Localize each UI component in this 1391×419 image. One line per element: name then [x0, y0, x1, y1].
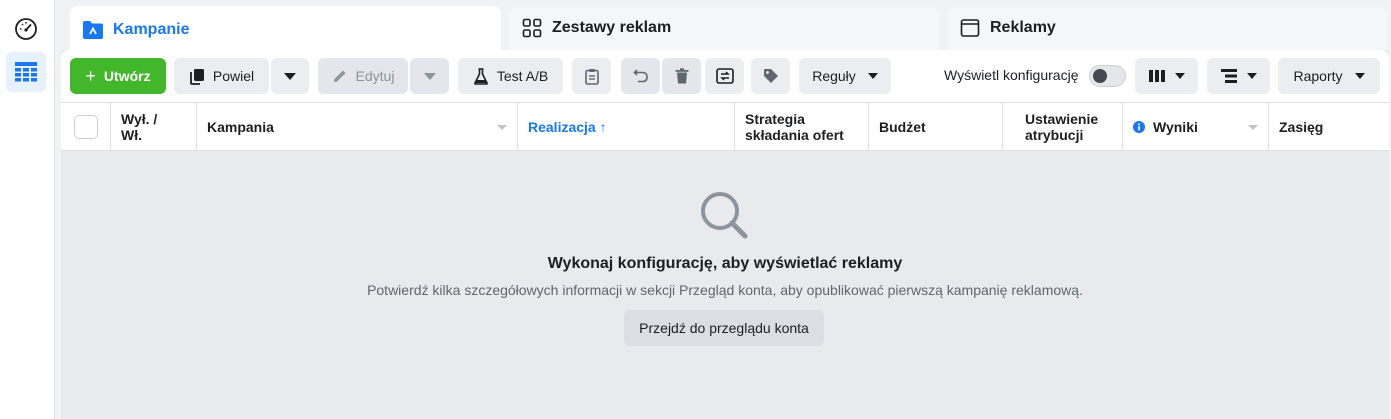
swap-icon — [715, 68, 734, 84]
edit-label: Edytuj — [355, 68, 395, 84]
rail-overview-button[interactable] — [6, 9, 46, 49]
toolbar: + Utwórz Powiel Edytuj Test A/B Reguły W… — [61, 50, 1389, 102]
empty-state-description: Potwierdź kilka szczegółowych informacji… — [367, 282, 1083, 298]
chevron-down-icon — [1174, 73, 1185, 79]
rules-button[interactable]: Reguły — [799, 58, 891, 94]
column-header-onoff[interactable]: Wył. / Wł. — [111, 103, 197, 151]
sort-caret-icon[interactable] — [1248, 125, 1258, 130]
duplicate-dropdown-button[interactable] — [271, 58, 309, 94]
campaigns-panel: + Utwórz Powiel Edytuj Test A/B Reguły W… — [61, 50, 1389, 419]
chevron-down-icon — [284, 72, 296, 80]
grid-icon — [521, 17, 543, 39]
reports-label: Raporty — [1293, 68, 1343, 84]
column-header-delivery[interactable]: Realizacja ↑ — [518, 103, 735, 151]
select-all-cell — [61, 103, 111, 151]
column-label: Strategia składania ofert — [745, 111, 844, 143]
table-header: Wył. / Wł. Kampania Realizacja ↑ Strateg… — [61, 102, 1389, 151]
tab-label: Zestawy reklam — [552, 19, 672, 36]
show-setup-toggle[interactable] — [1089, 65, 1126, 87]
tab-ad-sets[interactable]: Zestawy reklam — [509, 6, 939, 50]
clipboard-icon — [584, 68, 599, 85]
folder-icon — [82, 19, 104, 41]
tag-icon — [763, 69, 778, 83]
breakdown-icon — [1220, 69, 1237, 83]
gauge-icon — [15, 18, 37, 40]
undo-icon — [632, 69, 648, 83]
create-button[interactable]: + Utwórz — [70, 58, 166, 94]
sort-caret-icon[interactable] — [497, 125, 507, 130]
column-header-budget[interactable]: Budżet — [869, 103, 1003, 151]
left-rail — [0, 0, 55, 419]
edit-dropdown-button[interactable] — [410, 58, 449, 94]
reports-button[interactable]: Raporty — [1278, 58, 1380, 94]
duplicate-button[interactable]: Powiel — [174, 58, 269, 94]
chevron-down-icon — [423, 72, 436, 80]
copy-icon — [189, 68, 205, 85]
tab-label: Reklamy — [990, 19, 1056, 36]
column-label: Budżet — [879, 119, 926, 135]
plus-icon: + — [85, 65, 96, 86]
empty-state-title: Wykonaj konfigurację, aby wyświetlać rek… — [547, 255, 903, 272]
column-label: Wył. / Wł. — [121, 111, 158, 143]
column-header-attribution[interactable]: Ustawienie atrybucji — [1003, 103, 1123, 151]
tab-label: Kampanie — [113, 21, 190, 38]
duplicate-label: Powiel — [212, 68, 255, 84]
column-header-campaign[interactable]: Kampania — [197, 103, 518, 151]
compare-button[interactable] — [705, 58, 744, 94]
column-label: Wyniki — [1153, 119, 1198, 135]
clipboard-button[interactable] — [572, 58, 611, 94]
table-icon — [15, 62, 37, 82]
ab-test-button[interactable]: Test A/B — [458, 58, 563, 94]
column-label: Realizacja ↑ — [528, 119, 607, 135]
chevron-down-icon — [1354, 73, 1365, 79]
column-label: Ustawienie atrybucji — [1025, 111, 1099, 143]
undo-button[interactable] — [621, 58, 660, 94]
breakdown-button[interactable] — [1207, 58, 1270, 94]
chevron-down-icon — [1246, 73, 1257, 79]
columns-button[interactable] — [1135, 58, 1198, 94]
column-header-results[interactable]: Wyniki — [1123, 103, 1269, 151]
columns-icon — [1148, 70, 1165, 82]
create-label: Utwórz — [103, 68, 151, 84]
column-label: Kampania — [207, 119, 274, 135]
info-icon[interactable] — [1133, 121, 1145, 133]
tab-ads[interactable]: Reklamy — [947, 6, 1387, 50]
search-icon — [701, 192, 748, 239]
account-overview-button[interactable]: Przejdź do przeglądu konta — [624, 310, 824, 346]
toggle-knob — [1093, 69, 1107, 83]
column-header-bid-strategy[interactable]: Strategia składania ofert — [735, 103, 869, 151]
ab-test-label: Test A/B — [496, 68, 549, 84]
column-header-reach[interactable]: Zasięg — [1269, 103, 1389, 151]
edit-button[interactable]: Edytuj — [318, 58, 408, 94]
show-setup-label: Wyświetl konfigurację — [944, 67, 1079, 83]
tag-button[interactable] — [751, 58, 790, 94]
rail-campaigns-button[interactable] — [6, 52, 46, 92]
trash-icon — [675, 68, 688, 84]
tab-campaigns[interactable]: Kampanie — [70, 6, 501, 54]
chevron-down-icon — [867, 73, 878, 79]
pencil-icon — [332, 68, 348, 84]
window-icon — [959, 17, 981, 39]
flask-icon — [473, 67, 489, 85]
delete-button[interactable] — [662, 58, 701, 94]
column-label: Zasięg — [1279, 119, 1324, 135]
rules-label: Reguły — [812, 68, 856, 84]
select-all-checkbox[interactable] — [74, 115, 98, 139]
